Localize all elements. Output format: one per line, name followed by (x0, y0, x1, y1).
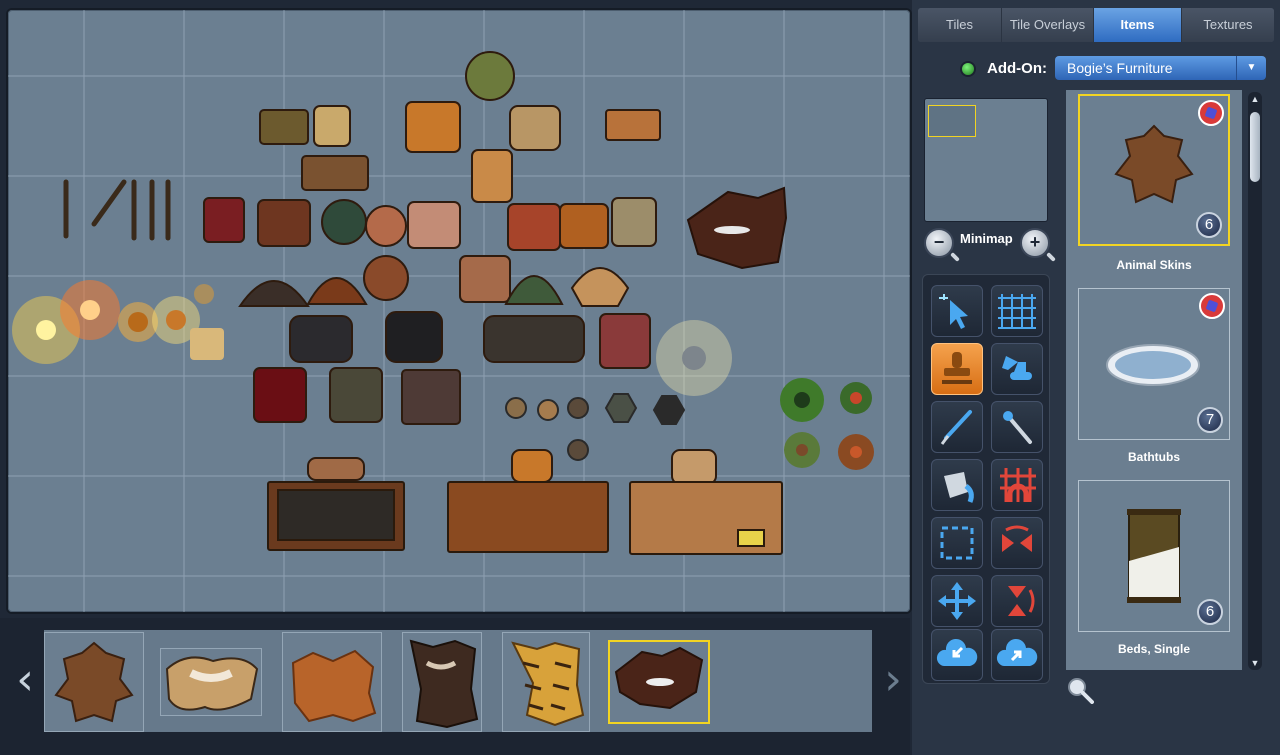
cloud-export-tool[interactable] (991, 629, 1043, 681)
addon-status-indicator (962, 63, 974, 75)
scrollbar-thumb[interactable] (1250, 112, 1260, 182)
toolbox (922, 274, 1050, 684)
category-label-animal-skins: Animal Skins (1116, 258, 1192, 272)
addon-dropdown[interactable]: Bogie’s Furniture ▼ (1055, 56, 1266, 80)
tab-tile-overlays[interactable]: Tile Overlays (1002, 8, 1094, 42)
search-icon[interactable] (1066, 676, 1094, 704)
tab-textures[interactable]: Textures (1182, 8, 1274, 42)
category-count-badge: 7 (1197, 407, 1223, 433)
cloud-export-icon (996, 638, 1038, 666)
grid-icon (998, 294, 1036, 329)
select-pointer-tool[interactable] (931, 285, 983, 337)
excavator-tool[interactable] (991, 343, 1043, 395)
addon-row: Add-On: Bogie’s Furniture ▼ (912, 56, 1280, 82)
brush-icon (940, 410, 972, 445)
minimap-viewport[interactable] (928, 105, 976, 137)
selection-rectangle-icon (940, 526, 974, 560)
tray-item-brown-cowhide-rug[interactable] (608, 640, 710, 724)
flip-horizontal-icon (1002, 525, 1032, 552)
cloud-import-icon (936, 638, 978, 666)
bear-skin-rug-icon (54, 641, 134, 723)
stamp-icon (942, 352, 972, 384)
category-card-beds-single[interactable]: 6 (1078, 480, 1230, 632)
brown-cowhide-rug-icon (614, 646, 704, 710)
dice-icon (1198, 100, 1224, 126)
move-tool[interactable] (931, 575, 983, 627)
scroll-down-icon[interactable]: ▼ (1248, 658, 1262, 668)
chevron-down-icon: ▼ (1236, 56, 1266, 80)
category-card-animal-skins[interactable]: 6 (1078, 94, 1230, 246)
tray-item-leather-hide-rug[interactable] (282, 632, 382, 732)
tray-item-cow-hide-rug[interactable] (160, 648, 262, 716)
dark-hide-rug-icon (409, 639, 479, 729)
item-tray: ‹ › (0, 618, 910, 755)
cow-hide-rug-icon (165, 656, 259, 711)
grid-magnet-icon (1000, 468, 1036, 502)
map-canvas[interactable] (8, 10, 910, 612)
move-icon (938, 582, 976, 620)
magic-wand-icon (1003, 411, 1032, 444)
flip-vertical-tool[interactable] (991, 575, 1043, 627)
tray-item-bear-skin-rug[interactable] (44, 632, 144, 732)
zoom-in-icon[interactable]: + (1020, 228, 1050, 258)
category-card-bathtubs[interactable]: 7 (1078, 288, 1230, 440)
dice-icon (1199, 293, 1225, 319)
grid-magnet-tool[interactable] (991, 459, 1043, 511)
tray-item-tiger-skin-rug[interactable] (502, 632, 590, 732)
category-scrollbar[interactable]: ▲ ▼ (1248, 92, 1262, 670)
selection-rectangle-tool[interactable] (931, 517, 983, 569)
paint-bucket-icon (944, 472, 974, 503)
addon-label: Add-On: (987, 60, 1047, 77)
tab-bar: Tiles Tile Overlays Items Textures (918, 8, 1274, 42)
flip-horizontal-tool[interactable] (991, 517, 1043, 569)
magnifier-glyph (1068, 678, 1094, 704)
addon-selected-value: Bogie’s Furniture (1067, 60, 1173, 76)
category-label-beds-single: Beds, Single (1117, 642, 1191, 656)
cloud-import-tool[interactable] (931, 629, 983, 681)
tab-tiles[interactable]: Tiles (918, 8, 1002, 42)
zoom-out-icon[interactable]: − (924, 228, 954, 258)
category-count-badge: 6 (1196, 212, 1222, 238)
category-list: 6 Animal Skins 7 Bathtubs 6 Beds, Single (1066, 90, 1242, 670)
right-panel: Tiles Tile Overlays Items Textures Add-O… (912, 0, 1280, 755)
category-count-badge: 6 (1197, 599, 1223, 625)
map-grid-and-items (8, 10, 910, 612)
excavator-icon (1002, 356, 1032, 380)
flip-vertical-icon (1008, 586, 1035, 616)
minimap[interactable] (924, 98, 1048, 222)
minimap-label: Minimap (960, 231, 1013, 246)
tab-items[interactable]: Items (1094, 8, 1182, 42)
magic-wand-tool[interactable] (991, 401, 1043, 453)
tray-strip (44, 630, 872, 732)
tray-item-dark-hide-rug[interactable] (402, 632, 482, 732)
stamp-tool[interactable] (931, 343, 983, 395)
select-pointer-icon (939, 294, 968, 329)
paint-bucket-tool[interactable] (931, 459, 983, 511)
scroll-up-icon[interactable]: ▲ (1248, 94, 1262, 104)
tiger-skin-rug-icon (511, 641, 585, 727)
grid-tool[interactable] (991, 285, 1043, 337)
tray-previous-arrow[interactable]: ‹ (10, 658, 40, 702)
category-label-bathtubs: Bathtubs (1128, 450, 1180, 464)
tray-next-arrow[interactable]: › (878, 658, 908, 702)
brush-tool[interactable] (931, 401, 983, 453)
leather-hide-rug-icon (291, 649, 377, 723)
